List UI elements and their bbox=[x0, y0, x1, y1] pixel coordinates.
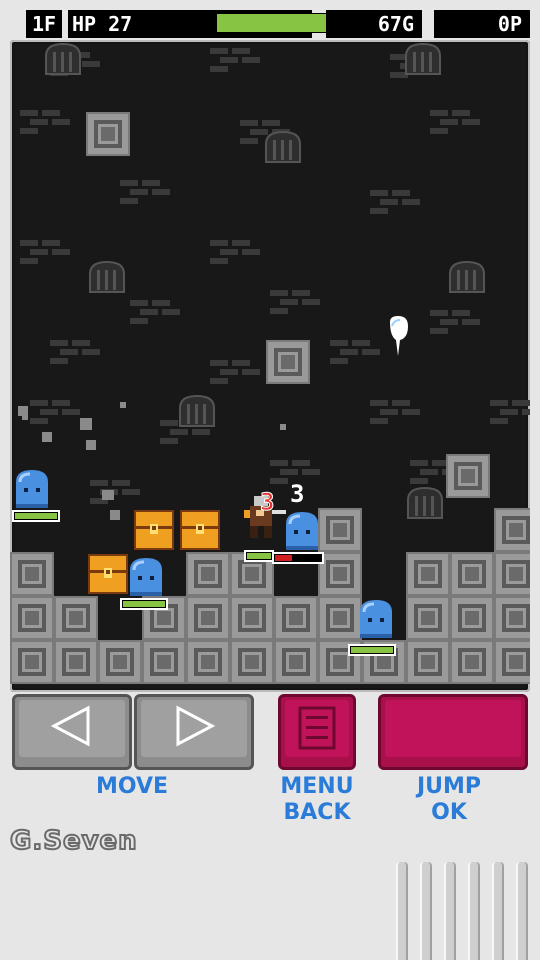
menu-label: MENU bbox=[280, 774, 354, 799]
hp-value: 27 bbox=[108, 12, 133, 36]
enemy-health-bar bbox=[12, 510, 60, 522]
hp-label: HP bbox=[72, 12, 97, 36]
move-left-button[interactable] bbox=[12, 694, 132, 770]
move-right-button[interactable] bbox=[134, 694, 254, 770]
menu-button[interactable] bbox=[278, 694, 356, 770]
speaker-grill-slot bbox=[516, 862, 528, 960]
ghost-enemy bbox=[390, 316, 408, 356]
g-seven-logo: G.Seven bbox=[9, 825, 138, 857]
enemy-health-fill bbox=[247, 553, 271, 559]
enemy-health-bar bbox=[120, 598, 168, 610]
arrow-left-icon bbox=[50, 705, 90, 747]
enemy-health-bar bbox=[244, 550, 274, 562]
player-health-bar bbox=[272, 552, 324, 564]
points-text: 0P bbox=[497, 12, 522, 36]
hp-text: HP 27 bbox=[72, 10, 132, 38]
jump-label: JUMP bbox=[416, 774, 482, 799]
back-label: BACK bbox=[283, 800, 351, 825]
hp-bar-shadow bbox=[146, 34, 312, 38]
button-face bbox=[385, 700, 521, 757]
dust-particles bbox=[18, 402, 286, 520]
jump-button[interactable] bbox=[378, 694, 528, 770]
enemy-health-fill bbox=[15, 513, 57, 519]
ok-label: OK bbox=[431, 800, 467, 825]
player-health-fill bbox=[275, 555, 293, 561]
gold-counter: 67G bbox=[326, 10, 422, 38]
status-bar: 1F HP 27 67G 0P bbox=[0, 0, 540, 40]
arrow-right-icon bbox=[176, 705, 216, 747]
damage-number-enemy: 3 bbox=[290, 480, 305, 508]
gold-text: 67G bbox=[377, 12, 414, 36]
enemy-health-fill bbox=[351, 647, 393, 653]
points-counter: 0P bbox=[434, 10, 530, 38]
enemy-health-bar bbox=[348, 644, 396, 656]
speaker-grill-slot bbox=[468, 862, 480, 960]
dungeon-scene bbox=[10, 43, 530, 684]
speaker-grill-slot bbox=[444, 862, 456, 960]
speaker-grill-slot bbox=[396, 862, 408, 960]
move-label: MOVE bbox=[95, 774, 169, 799]
game-viewport[interactable]: 3 3 bbox=[10, 40, 530, 692]
floor-indicator: 1F bbox=[26, 10, 62, 38]
floor-text: 1F bbox=[31, 12, 57, 36]
menu-icon bbox=[298, 706, 336, 750]
speaker-grill-slot bbox=[420, 862, 432, 960]
enemy-health-fill bbox=[123, 601, 165, 607]
speaker-grill-slot bbox=[492, 862, 504, 960]
damage-number-player: 3 bbox=[259, 488, 275, 517]
